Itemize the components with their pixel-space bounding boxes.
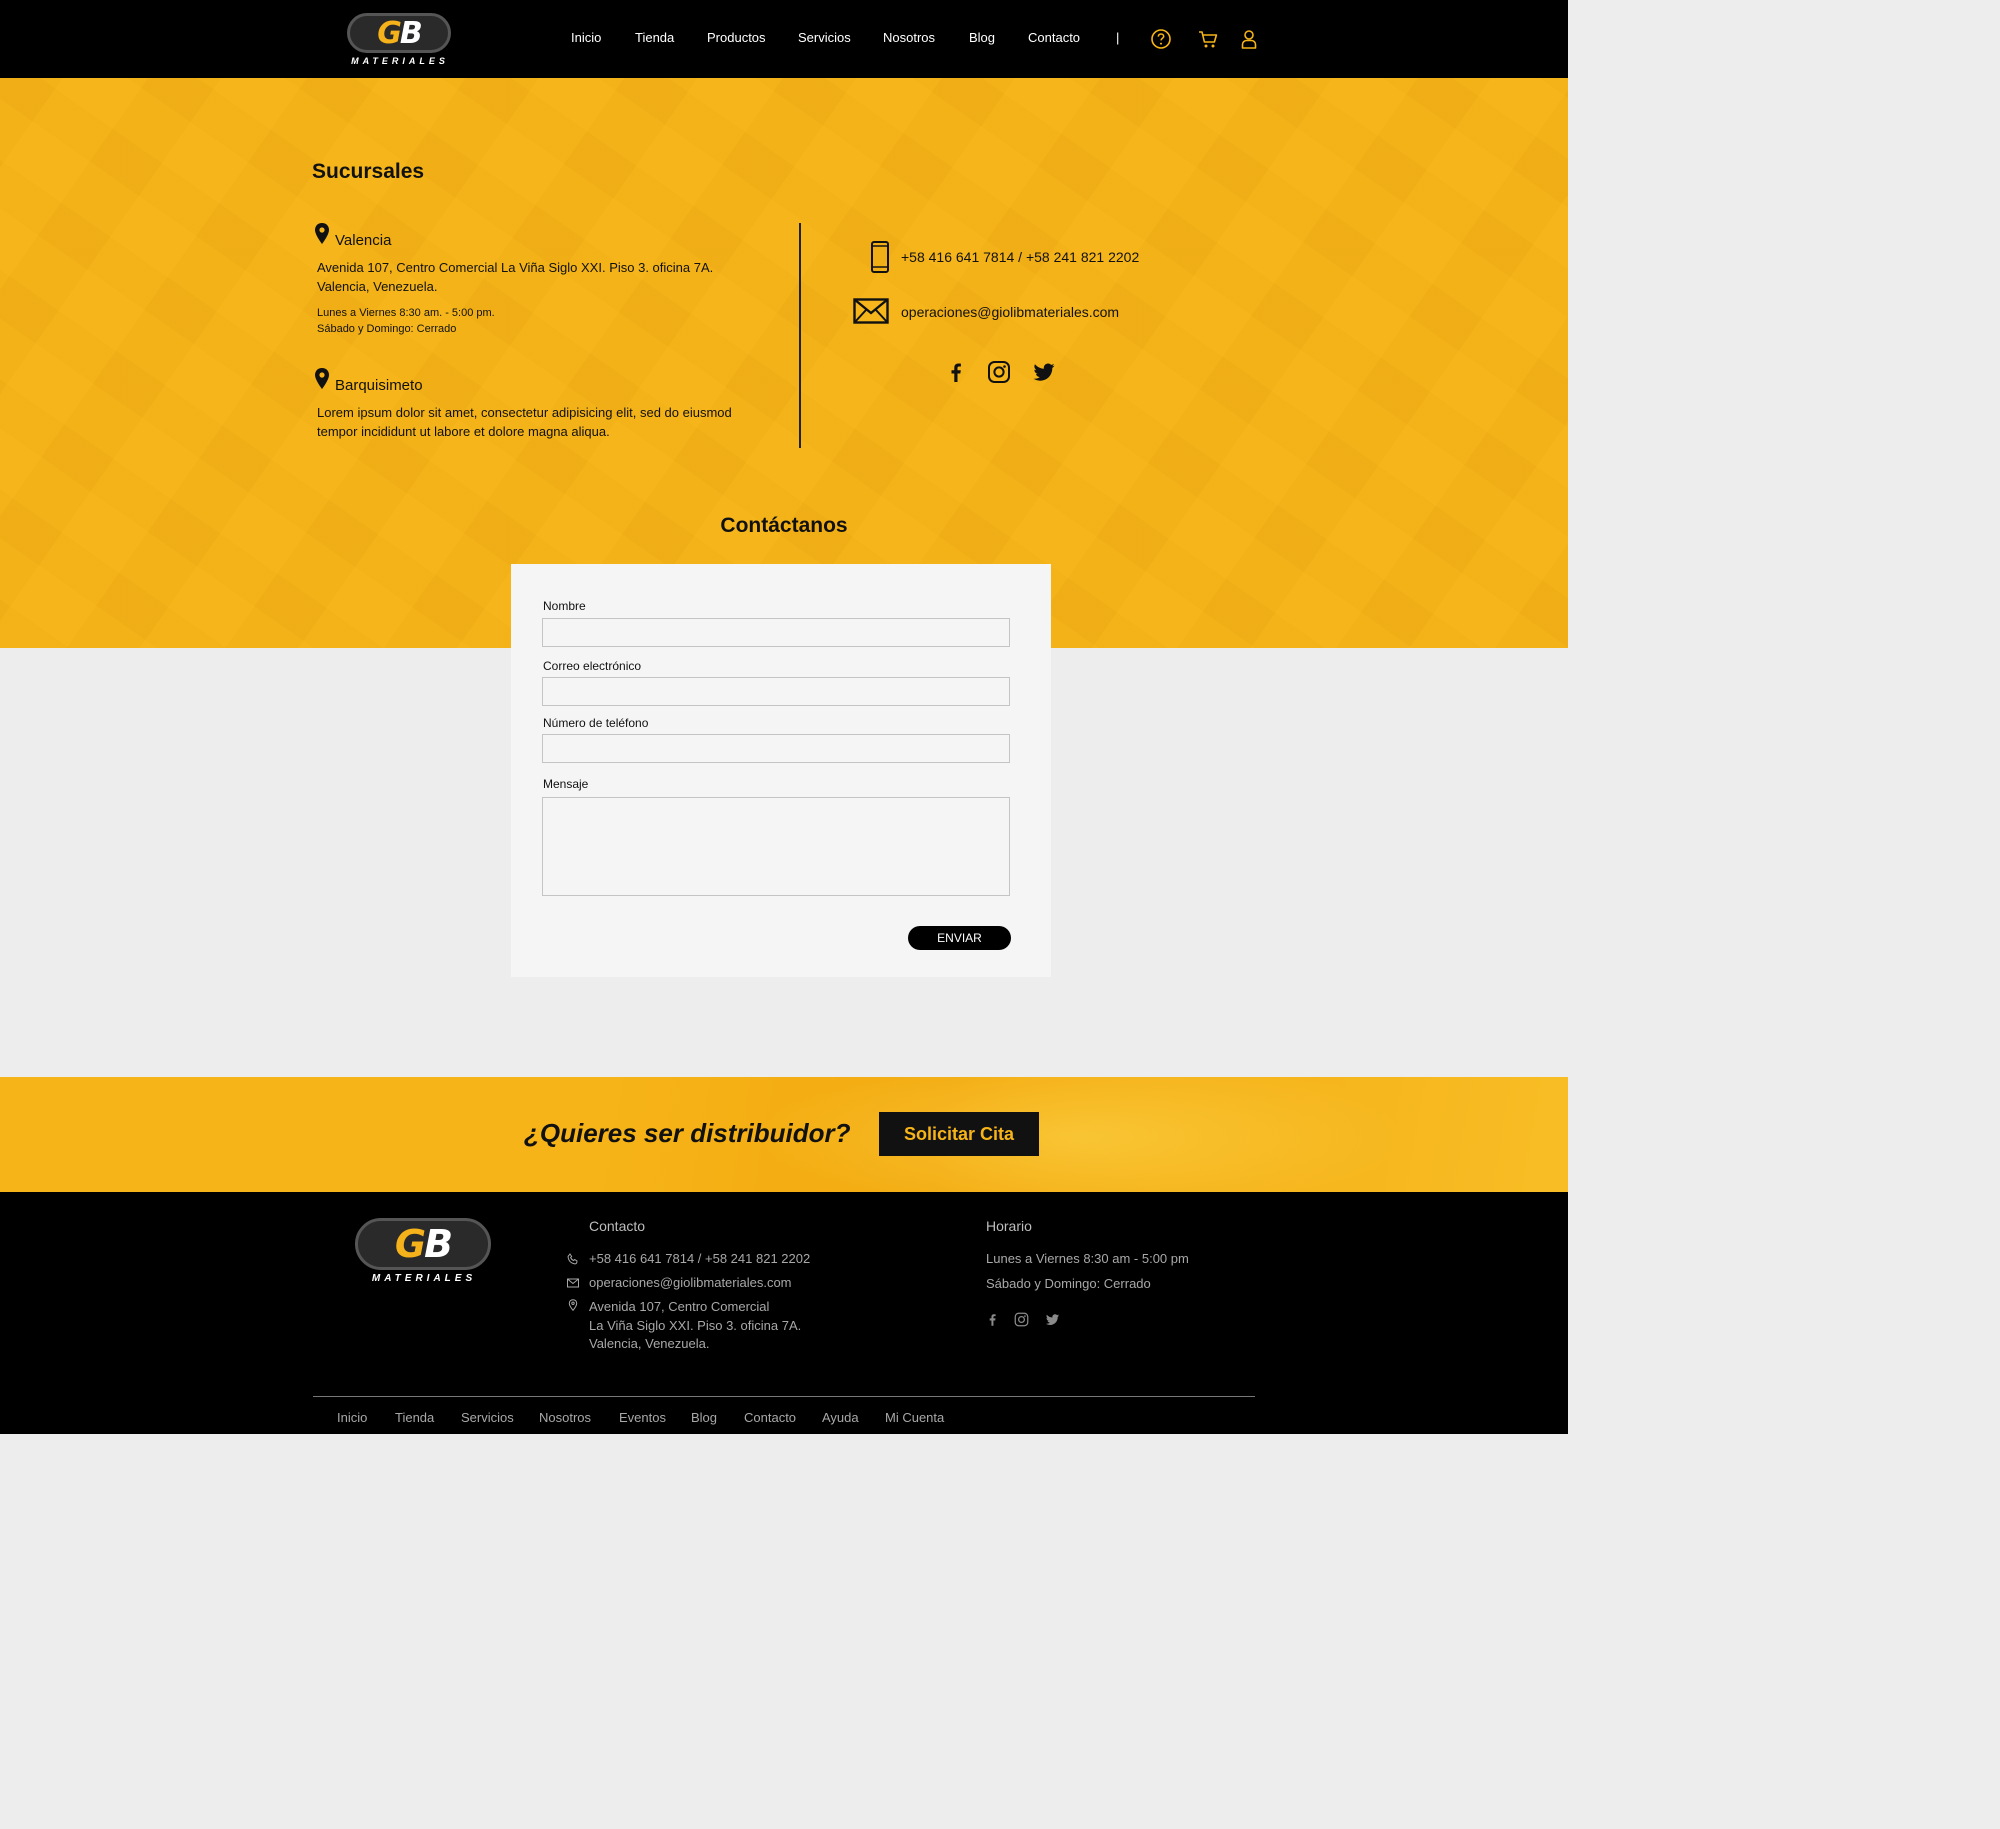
- nav-item-productos[interactable]: Productos: [707, 30, 766, 45]
- logo-mark: GB: [394, 1222, 453, 1266]
- footer-address-line3: Valencia, Venezuela.: [589, 1336, 710, 1351]
- site-header: GB MATERIALES Inicio Tienda Productos Se…: [0, 0, 1568, 78]
- twitter-icon[interactable]: [1032, 360, 1056, 384]
- mobile-phone-icon: [871, 241, 889, 273]
- nav-item-servicios[interactable]: Servicios: [798, 30, 851, 45]
- branch-city-valencia: Valencia: [335, 232, 392, 249]
- nav-separator: |: [1116, 30, 1120, 45]
- branch-description-line1: Lorem ipsum dolor sit amet, consectetur …: [317, 405, 732, 420]
- email-field[interactable]: [542, 677, 1010, 706]
- branches-title: Sucursales: [312, 160, 425, 183]
- nav-item-tienda[interactable]: Tienda: [635, 30, 674, 45]
- location-pin-icon: [315, 223, 329, 244]
- footer-nav-blog[interactable]: Blog: [691, 1410, 717, 1425]
- message-label: Mensaje: [543, 777, 589, 791]
- nav-item-nosotros[interactable]: Nosotros: [883, 30, 935, 45]
- branch-hours-line2: Sábado y Domingo: Cerrado: [317, 323, 457, 335]
- branches-section: [0, 78, 1568, 648]
- logo-mark: GB: [377, 15, 423, 51]
- facebook-icon[interactable]: [985, 1312, 1000, 1327]
- footer-nav-nosotros[interactable]: Nosotros: [539, 1410, 591, 1425]
- submit-button[interactable]: ENVIAR: [908, 926, 1011, 950]
- help-icon[interactable]: [1150, 28, 1172, 50]
- user-icon[interactable]: [1238, 28, 1260, 50]
- twitter-icon[interactable]: [1045, 1312, 1060, 1327]
- mail-icon: [567, 1278, 579, 1288]
- footer-nav-servicios[interactable]: Servicios: [461, 1410, 514, 1425]
- footer-nav-tienda[interactable]: Tienda: [395, 1410, 434, 1425]
- logo-mark-b: B: [424, 1222, 453, 1266]
- name-field[interactable]: [542, 618, 1010, 647]
- footer-nav-inicio[interactable]: Inicio: [337, 1410, 367, 1425]
- phone-icon: [567, 1253, 578, 1265]
- footer-logo[interactable]: GB MATERIALES: [355, 1218, 493, 1286]
- email-label: Correo electrónico: [543, 659, 642, 673]
- branch-city-barquisimeto: Barquisimeto: [335, 377, 423, 394]
- logo-badge: GB: [355, 1218, 491, 1270]
- phone-label: Número de teléfono: [543, 716, 649, 730]
- vertical-divider: [799, 223, 801, 448]
- facebook-icon[interactable]: [944, 360, 968, 384]
- request-appointment-button[interactable]: Solicitar Cita: [879, 1112, 1039, 1156]
- footer-nav-contacto[interactable]: Contacto: [744, 1410, 796, 1425]
- instagram-icon[interactable]: [987, 360, 1011, 384]
- distributor-question: ¿Quieres ser distribuidor?: [524, 1118, 851, 1148]
- branch-description-line2: tempor incididunt ut labore et dolore ma…: [317, 424, 610, 439]
- logo-mark-b: B: [399, 15, 423, 51]
- logo-wordmark: MATERIALES: [371, 1273, 477, 1284]
- footer-hours-line2: Sábado y Domingo: Cerrado: [986, 1276, 1151, 1291]
- footer-hours-line1: Lunes a Viernes 8:30 am - 5:00 pm: [986, 1251, 1189, 1266]
- name-label: Nombre: [543, 599, 586, 613]
- branch-address-line2: Valencia, Venezuela.: [317, 279, 438, 294]
- logo-badge: GB: [347, 13, 451, 53]
- footer-email[interactable]: operaciones@giolibmateriales.com: [589, 1273, 792, 1292]
- footer-address-line1: Avenida 107, Centro Comercial: [589, 1299, 770, 1314]
- brand-logo[interactable]: GB MATERIALES: [347, 13, 453, 69]
- footer-divider: [313, 1396, 1255, 1397]
- contact-section-title: Contáctanos: [720, 514, 848, 537]
- footer-hours-heading: Horario: [986, 1218, 1032, 1234]
- location-pin-icon: [568, 1299, 578, 1311]
- nav-item-inicio[interactable]: Inicio: [571, 30, 601, 45]
- logo-wordmark: MATERIALES: [351, 56, 449, 66]
- phone-field[interactable]: [542, 734, 1010, 763]
- contact-email[interactable]: operaciones@giolibmateriales.com: [901, 304, 1119, 320]
- site-footer: [0, 1192, 1568, 1434]
- cart-icon[interactable]: [1197, 28, 1219, 50]
- message-field[interactable]: [542, 797, 1010, 896]
- branch-address-line1: Avenida 107, Centro Comercial La Viña Si…: [317, 260, 714, 275]
- nav-item-contacto[interactable]: Contacto: [1028, 30, 1080, 45]
- footer-phone[interactable]: +58 416 641 7814 / +58 241 821 2202: [589, 1249, 810, 1268]
- footer-nav-mi-cuenta[interactable]: Mi Cuenta: [885, 1410, 944, 1425]
- contact-phone[interactable]: +58 416 641 7814 / +58 241 821 2202: [901, 249, 1139, 265]
- contact-form: Nombre Correo electrónico Número de telé…: [511, 564, 1051, 977]
- footer-contact-heading: Contacto: [589, 1218, 646, 1234]
- location-pin-icon: [315, 368, 329, 389]
- nav-item-blog[interactable]: Blog: [969, 30, 995, 45]
- envelope-icon: [853, 298, 889, 324]
- footer-address-line2: La Viña Siglo XXI. Piso 3. oficina 7A.: [589, 1318, 802, 1333]
- footer-nav-eventos[interactable]: Eventos: [619, 1410, 666, 1425]
- footer-nav-ayuda[interactable]: Ayuda: [822, 1410, 859, 1425]
- instagram-icon[interactable]: [1014, 1312, 1029, 1327]
- branch-hours-line1: Lunes a Viernes 8:30 am. - 5:00 pm.: [317, 307, 495, 319]
